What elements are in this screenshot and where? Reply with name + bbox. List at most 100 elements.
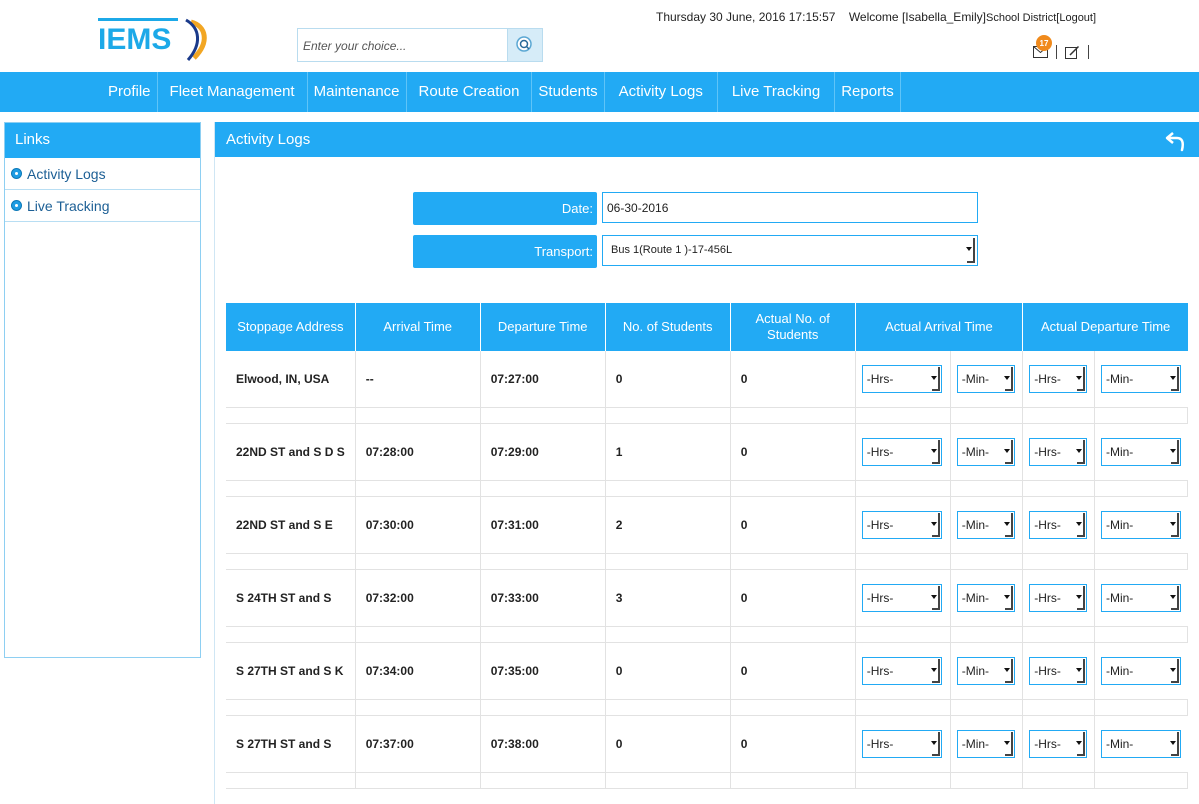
hours-select[interactable]: -Hrs- xyxy=(861,657,942,685)
dropdown-arrow-icon xyxy=(930,659,940,683)
welcome-text: Welcome [Isabella_Emily] xyxy=(848,10,986,24)
select-placeholder: -Hrs- xyxy=(866,737,894,751)
dropdown-arrow-icon xyxy=(1076,732,1086,756)
nav-live-tracking[interactable]: Live Tracking xyxy=(718,72,836,112)
hours-select[interactable]: -Hrs- xyxy=(1029,365,1088,393)
table-row: 22ND ST and S E 07:30:00 07:31:00 2 0 -Hrs- -M… xyxy=(226,497,1188,554)
cell-arrival: 07:34:00 xyxy=(355,643,481,700)
cell-students: 0 xyxy=(605,643,731,700)
minutes-select[interactable]: -Min- xyxy=(956,657,1015,685)
minutes-select[interactable]: -Min- xyxy=(1100,584,1181,612)
row-spacer xyxy=(226,627,1188,643)
sidebar-item-label: Live Tracking xyxy=(27,197,110,214)
minutes-select[interactable]: -Min- xyxy=(1100,438,1181,466)
nav-reports[interactable]: Reports xyxy=(835,72,901,112)
spacer-cell xyxy=(355,481,481,497)
hours-select[interactable]: -Hrs- xyxy=(1029,584,1088,612)
cell-actual: 0 xyxy=(730,716,856,773)
sidebar-item-activity-logs[interactable]: Activity Logs xyxy=(5,158,200,190)
table-row: S 27TH ST and S 07:37:00 07:38:00 0 0 -Hrs- -M… xyxy=(226,716,1188,773)
table-row: S 27TH ST and S K 07:34:00 07:35:00 0 0 -Hrs-… xyxy=(226,643,1188,700)
iems-logo[interactable]: IEMS xyxy=(96,14,216,64)
minutes-select[interactable]: -Min- xyxy=(1100,511,1181,539)
nav-profile[interactable]: Profile xyxy=(102,72,158,112)
row-spacer xyxy=(226,773,1188,789)
nav-maintenance[interactable]: Maintenance xyxy=(308,72,407,112)
hours-select[interactable]: -Hrs- xyxy=(1029,657,1088,685)
spacer-cell xyxy=(480,554,606,570)
dropdown-arrow-icon xyxy=(930,586,940,610)
search-button[interactable] xyxy=(507,29,542,61)
nav-fleet-management[interactable]: Fleet Management xyxy=(158,72,308,112)
spacer-cell xyxy=(1023,773,1095,789)
sidebar-item-live-tracking[interactable]: Live Tracking xyxy=(5,190,200,222)
bullet-icon xyxy=(11,200,22,211)
nav-activity-logs[interactable]: Activity Logs xyxy=(605,72,718,112)
header-actual-departure-time: Actual Departure Time xyxy=(1023,303,1188,351)
edit-icon[interactable] xyxy=(1065,45,1080,60)
nav-students[interactable]: Students xyxy=(532,72,605,112)
spacer-cell xyxy=(950,408,1024,424)
select-placeholder: -Min- xyxy=(1105,372,1134,386)
hours-select[interactable]: -Hrs- xyxy=(1029,730,1088,758)
spacer-cell xyxy=(1094,773,1188,789)
spacer-cell xyxy=(1094,554,1188,570)
minutes-select[interactable]: -Min- xyxy=(956,584,1015,612)
header-actual-no-of-students: Actual No. of Students xyxy=(730,303,856,351)
minutes-select[interactable]: -Min- xyxy=(956,365,1015,393)
dropdown-arrow-icon xyxy=(1076,586,1086,610)
divider xyxy=(1088,45,1089,59)
hours-select[interactable]: -Hrs- xyxy=(861,584,942,612)
hours-select[interactable]: -Hrs- xyxy=(1029,438,1088,466)
spacer-cell xyxy=(226,773,356,789)
minutes-select[interactable]: -Min- xyxy=(956,730,1015,758)
minutes-select[interactable]: -Min- xyxy=(1100,730,1181,758)
spacer-cell xyxy=(1023,481,1095,497)
spacer-cell xyxy=(355,773,481,789)
back-icon[interactable] xyxy=(1165,130,1187,152)
row-spacer xyxy=(226,554,1188,570)
cell-arrival: 07:37:00 xyxy=(355,716,481,773)
hours-select[interactable]: -Hrs- xyxy=(1029,511,1088,539)
hours-select[interactable]: -Hrs- xyxy=(861,511,942,539)
spacer-cell xyxy=(730,627,856,643)
table-row: S 24TH ST and S 07:32:00 07:33:00 3 0 -Hrs- -M… xyxy=(226,570,1188,627)
select-placeholder: -Min- xyxy=(961,737,990,751)
header-no-of-students: No. of Students xyxy=(605,303,731,351)
nav-route-creation[interactable]: Route Creation xyxy=(407,72,533,112)
hours-select[interactable]: -Hrs- xyxy=(861,730,942,758)
transport-select[interactable]: Bus 1(Route 1 )-17-456L xyxy=(602,235,978,266)
datetime: Thursday 30 June, 2016 17:15:57 xyxy=(656,10,836,24)
select-placeholder: -Hrs- xyxy=(1034,445,1061,459)
spacer-cell xyxy=(480,408,606,424)
cell-actual: 0 xyxy=(730,643,856,700)
date-field[interactable] xyxy=(602,192,978,223)
transport-label: Transport: xyxy=(413,235,597,268)
cell-students: 3 xyxy=(605,570,731,627)
spacer-cell xyxy=(226,700,356,716)
cell-departure: 07:31:00 xyxy=(480,497,606,554)
hours-select[interactable]: -Hrs- xyxy=(861,438,942,466)
cell-address: S 24TH ST and S xyxy=(226,570,356,627)
spacer-cell xyxy=(605,627,731,643)
minutes-select[interactable]: -Min- xyxy=(956,511,1015,539)
dropdown-arrow-icon xyxy=(1076,367,1086,391)
logout-link[interactable]: [Logout] xyxy=(1056,12,1096,24)
cell-departure: 07:35:00 xyxy=(480,643,606,700)
select-placeholder: -Min- xyxy=(961,372,990,386)
minutes-select[interactable]: -Min- xyxy=(1100,365,1181,393)
hours-select[interactable]: -Hrs- xyxy=(861,365,942,393)
header-departure-time: Departure Time xyxy=(480,303,606,351)
minutes-select[interactable]: -Min- xyxy=(956,438,1015,466)
transport-row: Transport: Bus 1(Route 1 )-17-456L xyxy=(413,235,978,268)
row-spacer xyxy=(226,408,1188,424)
search-input[interactable] xyxy=(301,32,509,60)
select-placeholder: -Hrs- xyxy=(866,372,894,386)
spacer-cell xyxy=(855,481,951,497)
cell-arrival: -- xyxy=(355,351,481,408)
minutes-select[interactable]: -Min- xyxy=(1100,657,1181,685)
cell-departure: 07:29:00 xyxy=(480,424,606,481)
spacer-cell xyxy=(226,481,356,497)
date-label: Date: xyxy=(413,192,597,225)
search-box xyxy=(297,28,543,62)
